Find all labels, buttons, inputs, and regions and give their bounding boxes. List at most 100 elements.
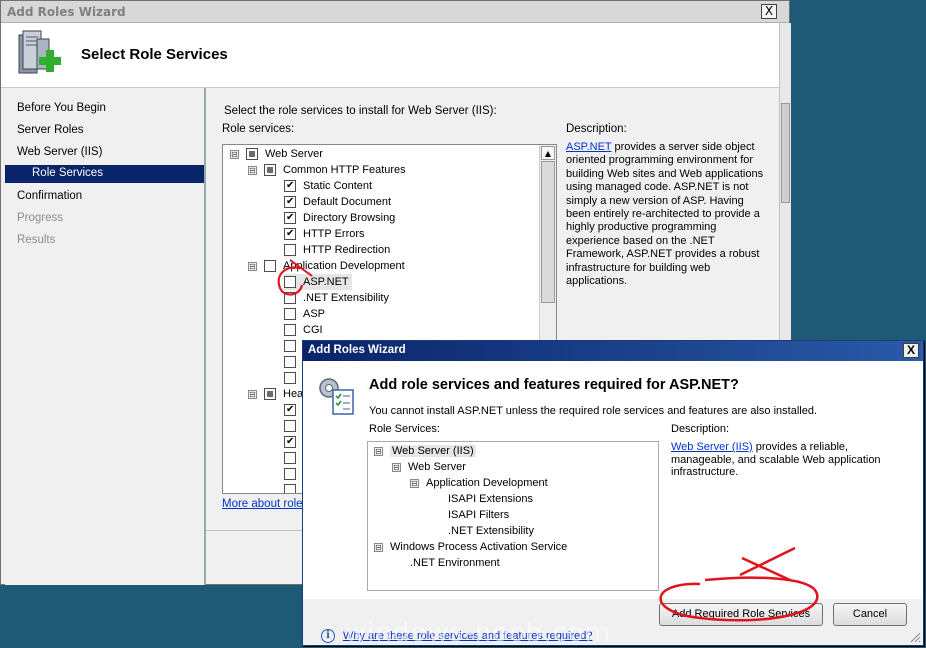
checkbox[interactable] xyxy=(284,436,296,448)
desktop-background-bottom xyxy=(0,585,310,648)
tree-item-asp[interactable]: ASP xyxy=(284,306,325,322)
tree-item-hidden-3[interactable] xyxy=(284,370,303,386)
req-tree-item[interactable]: ⊟ Application Development xyxy=(410,475,548,491)
tree-item-label: ASP.NET xyxy=(303,276,349,288)
tree-item-cgi[interactable]: CGI xyxy=(284,322,323,338)
close-button[interactable]: X xyxy=(761,4,777,19)
tree-item-health[interactable]: ⊟ Hea xyxy=(248,386,303,402)
tree-item-hidden-5[interactable] xyxy=(284,418,303,434)
checkbox-http-errors[interactable] xyxy=(284,228,296,240)
checkbox-http-redirection[interactable] xyxy=(284,244,296,256)
tree-item-label: Static Content xyxy=(303,180,373,192)
req-tree-item[interactable]: ⊟ Web Server xyxy=(392,459,466,475)
nav-item-web-server[interactable]: Web Server (IIS) xyxy=(17,146,102,158)
req-tree-item[interactable]: .NET Extensibility xyxy=(448,523,534,539)
dialog-role-services-label: Role Services: xyxy=(369,423,440,435)
scrollbar-thumb[interactable] xyxy=(781,103,790,203)
nav-item-role-services[interactable]: Role Services xyxy=(5,165,204,183)
checkbox-static-content[interactable] xyxy=(284,180,296,192)
checkbox-net-extensibility[interactable] xyxy=(284,292,296,304)
checkbox-application-development[interactable] xyxy=(264,260,276,272)
instruction-text: Select the role services to install for … xyxy=(224,105,497,117)
tree-item-http-redirection[interactable]: HTTP Redirection xyxy=(284,242,390,258)
cancel-button[interactable]: Cancel xyxy=(833,603,907,626)
checkbox-directory-browsing[interactable] xyxy=(284,212,296,224)
collapse-icon[interactable]: ⊟ xyxy=(248,389,257,399)
checkbox[interactable] xyxy=(284,340,296,352)
tree-item-hidden-4[interactable] xyxy=(284,402,303,418)
web-server-iis-link[interactable]: Web Server (IIS) xyxy=(671,441,753,453)
checkbox[interactable] xyxy=(284,404,296,416)
collapse-icon[interactable]: ⊟ xyxy=(392,462,401,472)
checkbox[interactable] xyxy=(284,468,296,480)
req-tree-label: .NET Extensibility xyxy=(448,525,534,537)
checkbox[interactable] xyxy=(284,372,296,384)
tree-item-application-development[interactable]: ⊟ Application Development xyxy=(248,258,405,274)
server-add-icon xyxy=(18,30,61,74)
req-tree-item[interactable]: ⊟ Windows Process Activation Service xyxy=(374,539,567,555)
checkbox-asp-net[interactable] xyxy=(284,276,296,288)
page-title: Select Role Services xyxy=(81,46,228,63)
collapse-icon[interactable]: ⊟ xyxy=(374,446,383,456)
tree-item-web-server[interactable]: ⊟ Web Server xyxy=(230,146,323,162)
info-icon: i xyxy=(321,629,335,643)
req-tree-item[interactable]: ⊟ Web Server (IIS) xyxy=(374,443,476,459)
tree-item-hidden-6[interactable] xyxy=(284,434,303,450)
tree-item-default-document[interactable]: Default Document xyxy=(284,194,391,210)
required-services-tree[interactable]: ⊟ Web Server (IIS) ⊟ Web Server ⊟ Applic… xyxy=(367,441,659,591)
checkbox[interactable] xyxy=(284,452,296,464)
req-tree-item[interactable]: ISAPI Extensions xyxy=(448,491,533,507)
resize-grip-icon[interactable] xyxy=(909,631,921,643)
tree-item-common-http[interactable]: ⊟ Common HTTP Features xyxy=(248,162,406,178)
tree-item-label: .NET Extensibility xyxy=(303,292,389,304)
dialog-close-button[interactable]: X xyxy=(903,343,919,358)
tree-item-http-errors[interactable]: HTTP Errors xyxy=(284,226,365,242)
req-tree-item[interactable]: .NET Environment xyxy=(410,555,500,571)
add-required-role-services-button[interactable]: Add Required Role Services xyxy=(659,603,823,626)
req-tree-label: Windows Process Activation Service xyxy=(390,541,568,553)
checkbox-default-document[interactable] xyxy=(284,196,296,208)
dialog-body: Add role services and features required … xyxy=(303,361,923,599)
tree-item-label: HTTP Redirection xyxy=(303,244,391,256)
tree-item-hidden-9[interactable] xyxy=(284,482,303,493)
checkbox[interactable] xyxy=(284,484,296,493)
tree-item-static-content[interactable]: Static Content xyxy=(284,178,372,194)
collapse-icon[interactable]: ⊟ xyxy=(230,149,239,159)
window-title: Add Roles Wizard xyxy=(7,5,126,19)
scroll-up-arrow-icon[interactable]: ▲ xyxy=(541,146,555,160)
collapse-icon[interactable]: ⊟ xyxy=(374,542,383,552)
tree-item-net-extensibility[interactable]: .NET Extensibility xyxy=(284,290,389,306)
tree-item-hidden-7[interactable] xyxy=(284,450,303,466)
tree-item-hidden-2[interactable] xyxy=(284,354,303,370)
checkbox[interactable] xyxy=(284,420,296,432)
collapse-icon[interactable]: ⊟ xyxy=(410,478,419,488)
dialog-heading: Add role services and features required … xyxy=(369,377,739,393)
checkbox-asp[interactable] xyxy=(284,308,296,320)
checkbox-cgi[interactable] xyxy=(284,324,296,336)
tree-item-hidden-8[interactable] xyxy=(284,466,303,482)
nav-item-before-you-begin[interactable]: Before You Begin xyxy=(17,102,106,114)
req-tree-item[interactable]: ISAPI Filters xyxy=(448,507,509,523)
description-body: provides a server side object oriented p… xyxy=(566,141,764,288)
tree-item-directory-browsing[interactable]: Directory Browsing xyxy=(284,210,395,226)
tree-item-hidden-1[interactable] xyxy=(284,338,303,354)
tree-item-label: ASP xyxy=(303,308,326,320)
title-bar: Add Roles Wizard X xyxy=(1,1,789,23)
checkbox[interactable] xyxy=(284,356,296,368)
wizard-nav: Before You Begin Server Roles Web Server… xyxy=(5,88,206,585)
watermark: windows-noob.com xyxy=(345,618,612,648)
checkbox-common-http[interactable] xyxy=(264,164,276,176)
checkbox-web-server[interactable] xyxy=(246,148,258,160)
dialog-description: Web Server (IIS) provides a reliable, ma… xyxy=(671,441,901,479)
tree-item-asp-net[interactable]: ASP.NET xyxy=(284,274,352,290)
gear-checklist-icon xyxy=(319,378,354,415)
nav-item-confirmation[interactable]: Confirmation xyxy=(17,190,82,202)
checkbox-health[interactable] xyxy=(264,388,276,400)
asp-net-link[interactable]: ASP.NET xyxy=(566,141,611,153)
more-about-roles-link[interactable]: More about role xyxy=(222,498,303,510)
tree-scrollbar-thumb[interactable] xyxy=(541,161,555,303)
collapse-icon[interactable]: ⊟ xyxy=(248,261,257,271)
nav-item-server-roles[interactable]: Server Roles xyxy=(17,124,83,136)
collapse-icon[interactable]: ⊟ xyxy=(248,165,257,175)
role-description: ASP.NET provides a server side object or… xyxy=(566,141,766,288)
